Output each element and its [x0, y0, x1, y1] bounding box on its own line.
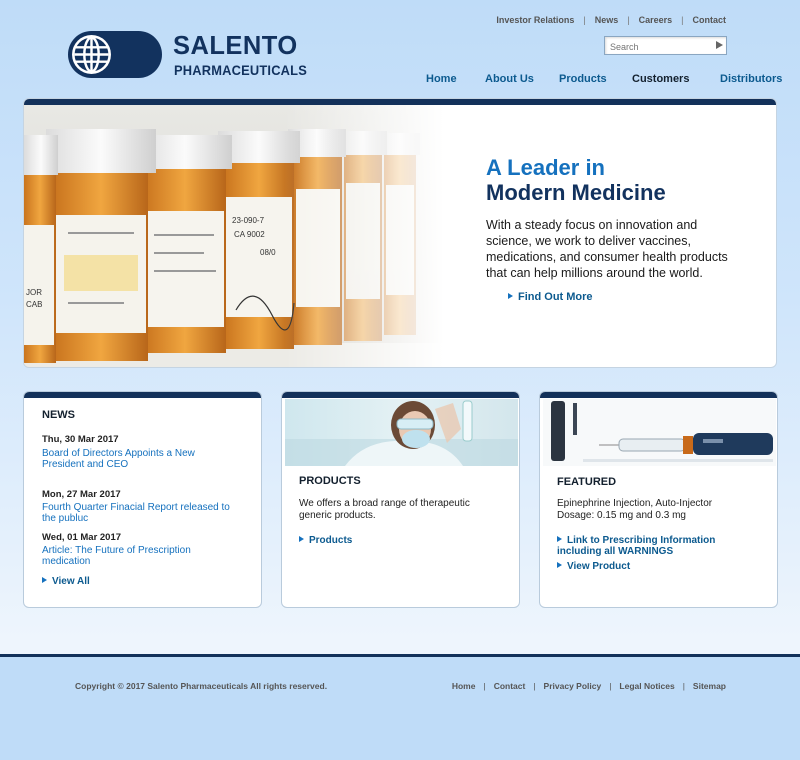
search-input[interactable]: [605, 38, 709, 56]
hero-title-line2: Modern Medicine: [486, 180, 666, 205]
search-box: [604, 36, 727, 56]
footer-contact-link[interactable]: Contact: [494, 681, 526, 691]
separator: |: [483, 681, 486, 691]
scientist-photo: [285, 399, 518, 466]
news-card: NEWS Thu, 30 Mar 2017 Board of Directors…: [23, 391, 262, 608]
news-item-link[interactable]: Article: The Future of Prescription medi…: [42, 545, 217, 567]
news-link[interactable]: News: [595, 15, 619, 25]
hero-title-line1: A Leader in: [486, 155, 605, 180]
find-out-more-link[interactable]: Find Out More: [508, 291, 593, 303]
products-description: We offers a broad range of therapeutic g…: [299, 498, 470, 521]
card-top-bar: [24, 392, 261, 398]
footer-privacy-link[interactable]: Privacy Policy: [544, 681, 602, 691]
view-product-link[interactable]: View Product: [557, 561, 630, 572]
prescribing-info-label: Link to Prescribing Information includin…: [557, 535, 716, 557]
products-link-label: Products: [309, 535, 353, 546]
investor-relations-link[interactable]: Investor Relations: [496, 15, 574, 25]
find-out-more-label: Find Out More: [518, 291, 593, 303]
hero-banner: 23-090-7 CA 9002 08/0 JOR: [23, 98, 777, 368]
separator: |: [627, 15, 630, 25]
footer-home-link[interactable]: Home: [452, 681, 476, 691]
featured-heading: FEATURED: [557, 476, 617, 488]
copyright-text: Copyright © 2017 Salento Pharmaceuticals…: [75, 681, 328, 691]
card-top-bar: [540, 392, 777, 398]
nav-distributors[interactable]: Distributors: [720, 73, 782, 85]
separator: |: [609, 681, 612, 691]
nav-home[interactable]: Home: [426, 73, 457, 85]
card-top-bar: [282, 392, 519, 398]
footer: Copyright © 2017 Salento Pharmaceuticals…: [0, 657, 800, 760]
separator: |: [682, 681, 685, 691]
footer-links: Home | Contact | Privacy Policy | Legal Notice…: [452, 681, 726, 691]
news-item-link[interactable]: Board of Directors Appoints a New Presid…: [42, 448, 217, 470]
globe-icon: [72, 35, 111, 74]
auto-injector-photo: [543, 399, 776, 466]
separator: |: [533, 681, 536, 691]
arrow-right-icon: [508, 293, 513, 299]
view-all-link[interactable]: View All: [42, 576, 90, 587]
arrow-right-icon: [557, 562, 562, 568]
view-all-label: View All: [52, 576, 90, 587]
logo-wordmark: SALENTO: [173, 30, 298, 60]
featured-line1: Epinephrine Injection, Auto-Injector: [557, 498, 713, 509]
news-heading: NEWS: [42, 409, 75, 421]
nav-products[interactable]: Products: [559, 73, 607, 85]
arrow-right-icon: [42, 577, 47, 583]
footer-sitemap-link[interactable]: Sitemap: [693, 681, 726, 691]
hero-description: With a steady focus on innovation and sc…: [486, 218, 728, 280]
nav-customers[interactable]: Customers: [632, 73, 689, 85]
search-submit-icon[interactable]: [716, 41, 723, 49]
arrow-right-icon: [557, 536, 562, 542]
news-date: Wed, 01 Mar 2017: [42, 532, 122, 543]
prescribing-info-link[interactable]: Link to Prescribing Information includin…: [557, 535, 742, 557]
nav-about-us[interactable]: About Us: [485, 73, 534, 85]
separator: |: [681, 15, 684, 25]
footer-legal-link[interactable]: Legal Notices: [619, 681, 674, 691]
featured-card: FEATURED Epinephrine Injection, Auto-Inj…: [539, 391, 778, 608]
featured-line2: Dosage: 0.15 mg and 0.3 mg: [557, 510, 686, 521]
separator: |: [583, 15, 586, 25]
contact-link[interactable]: Contact: [693, 15, 727, 25]
careers-link[interactable]: Careers: [639, 15, 673, 25]
logo[interactable]: SALENTO PHARMACEUTICALS: [68, 30, 313, 79]
news-item-link[interactable]: Fourth Quarter Finacial Report released …: [42, 502, 242, 524]
products-link[interactable]: Products: [299, 535, 352, 546]
products-heading: PRODUCTS: [299, 475, 361, 487]
products-card: PRODUCTS We offers a broad range of ther…: [281, 391, 520, 608]
main-nav: Home About Us Products Customers Distrib…: [0, 73, 800, 89]
news-date: Thu, 30 Mar 2017: [42, 434, 119, 445]
news-date: Mon, 27 Mar 2017: [42, 489, 121, 500]
pill-bottles-photo: 23-090-7 CA 9002 08/0 JOR: [24, 105, 444, 367]
utility-nav: Investor Relations | News | Careers | Contact: [496, 15, 726, 25]
arrow-right-icon: [299, 536, 304, 542]
view-product-label: View Product: [567, 561, 631, 572]
